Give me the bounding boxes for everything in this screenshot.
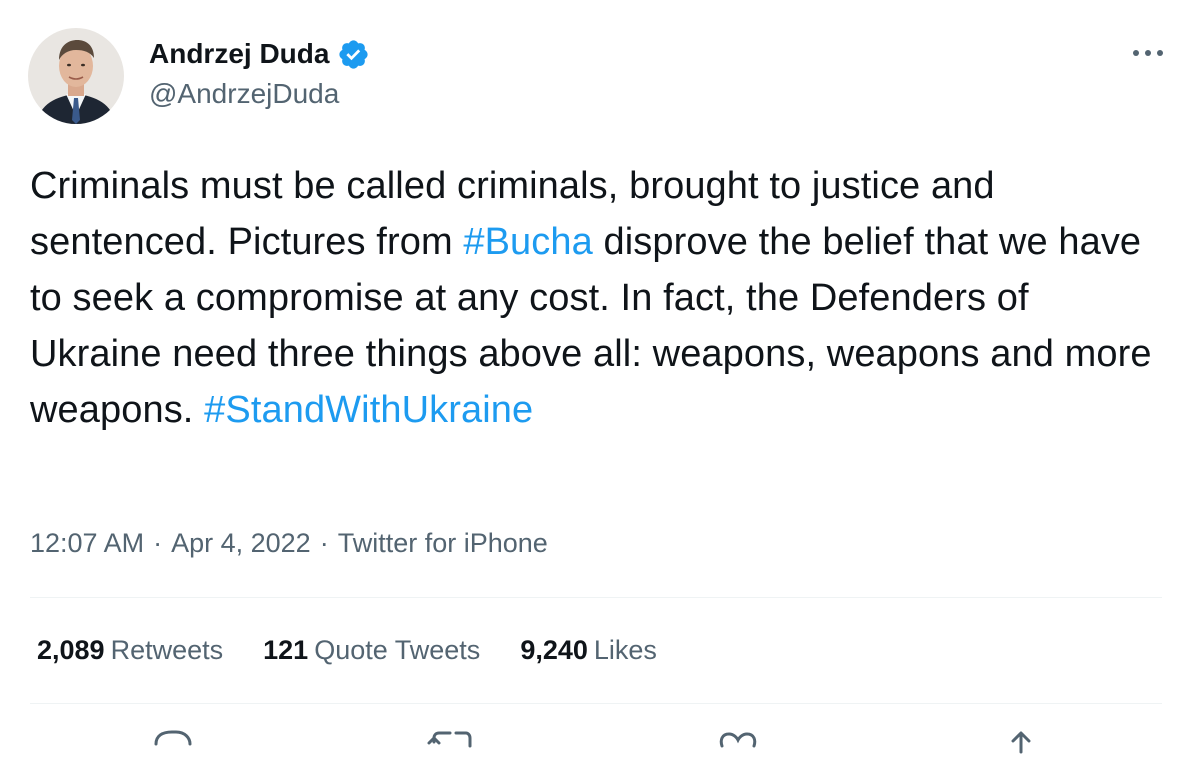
retweet-button[interactable] <box>426 722 476 762</box>
share-icon <box>1011 731 1031 754</box>
retweets-count: 2,089 <box>37 635 105 665</box>
quote-tweets-stat-link[interactable]: 121 Quote Tweets <box>263 632 480 668</box>
more-options-button[interactable] <box>1128 38 1168 68</box>
quote-tweets-count: 121 <box>263 635 309 665</box>
divider <box>30 597 1162 598</box>
tweet-source-link[interactable]: Twitter for iPhone <box>338 528 548 558</box>
tweet-meta: 12:07 AM · Apr 4, 2022 · Twitter for iPhone <box>30 525 548 561</box>
tweet-actions-bar <box>0 722 1198 762</box>
likes-stat-link[interactable]: 9,240 Likes <box>520 632 657 668</box>
like-button[interactable] <box>714 722 764 762</box>
user-handle[interactable]: @AndrzejDuda <box>149 76 339 112</box>
engagement-stats: 2,089 Retweets 121 Quote Tweets 9,240 Likes <box>37 632 697 668</box>
avatar-photo-icon <box>28 28 124 124</box>
share-button[interactable] <box>996 722 1046 762</box>
more-horizontal-icon <box>1133 50 1163 56</box>
reply-button[interactable] <box>148 722 198 762</box>
retweets-label: Retweets <box>110 635 224 665</box>
hashtag-link-bucha[interactable]: #Bucha <box>463 221 592 263</box>
name-row: Andrzej Duda <box>149 36 370 72</box>
hashtag-link-standwithukraine[interactable]: #StandWithUkraine <box>204 389 533 431</box>
like-icon <box>719 732 757 748</box>
avatar[interactable] <box>28 28 124 124</box>
verified-badge-icon <box>337 38 370 71</box>
tweet-date[interactable]: Apr 4, 2022 <box>171 528 311 558</box>
divider <box>30 703 1162 704</box>
reply-icon <box>154 730 192 746</box>
meta-separator: · <box>153 528 163 558</box>
display-name[interactable]: Andrzej Duda <box>149 36 329 72</box>
meta-separator: · <box>319 528 329 558</box>
retweet-icon <box>427 731 472 748</box>
tweet-header: Andrzej Duda @AndrzejDuda <box>28 28 1168 124</box>
likes-label: Likes <box>593 635 657 665</box>
retweets-stat-link[interactable]: 2,089 Retweets <box>37 632 223 668</box>
likes-count: 9,240 <box>520 635 588 665</box>
tweet-text: Criminals must be called criminals, brou… <box>30 158 1170 438</box>
quote-tweets-label: Quote Tweets <box>314 635 481 665</box>
tweet-time[interactable]: 12:07 AM <box>30 528 144 558</box>
